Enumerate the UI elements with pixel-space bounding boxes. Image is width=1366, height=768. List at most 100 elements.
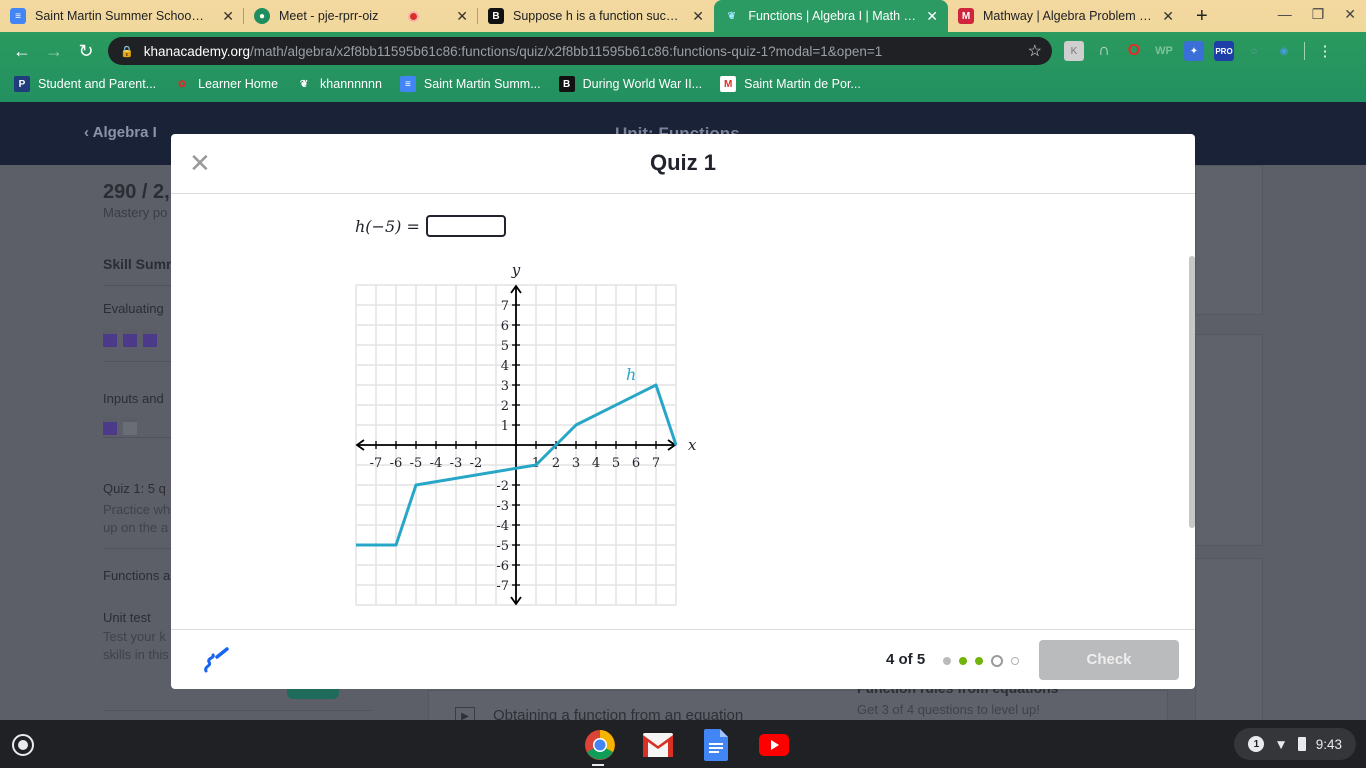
tab-title: Suppose h is a function such th bbox=[513, 9, 683, 23]
bookmark-item[interactable]: B During World War II... bbox=[558, 76, 703, 92]
progress-dot-todo bbox=[1011, 657, 1019, 665]
skill-item-title[interactable]: Inputs and bbox=[103, 391, 164, 406]
video-link[interactable]: Obtaining a function from an equation bbox=[493, 707, 743, 720]
status-tray[interactable]: 1 ▼ 9:43 bbox=[1234, 728, 1356, 760]
nord-icon[interactable]: ∩ bbox=[1094, 41, 1114, 61]
check-button[interactable]: Check bbox=[1039, 640, 1179, 680]
bookmark-item[interactable]: ❦ khannnnnn bbox=[296, 76, 382, 92]
tab-google-meet[interactable]: ● Meet - pje-rprr-oiz ✕ bbox=[244, 0, 478, 32]
bookmark-label: During World War II... bbox=[582, 77, 703, 91]
kami-icon[interactable]: K bbox=[1064, 41, 1084, 61]
reload-button[interactable]: ↻ bbox=[70, 41, 102, 62]
tab-title: Mathway | Algebra Problem Sol bbox=[983, 9, 1153, 23]
os-shelf: 1 ▼ 9:43 bbox=[0, 720, 1366, 768]
y-tick-label: -6 bbox=[496, 559, 509, 574]
pro-icon[interactable]: PRO bbox=[1214, 41, 1234, 61]
url-host: khanacademy.org bbox=[143, 43, 251, 59]
tab-title: Saint Martin Summer School Or bbox=[35, 9, 205, 23]
back-link[interactable]: ‹ Algebra I bbox=[84, 124, 157, 141]
x-axis-label: x bbox=[688, 436, 697, 454]
tab-brainly[interactable]: B Suppose h is a function such th ✕ bbox=[478, 0, 714, 32]
y-tick-label: -4 bbox=[496, 519, 509, 534]
screencast-icon[interactable]: ◌ bbox=[1244, 41, 1264, 61]
skill-summary-heading: Skill Summ bbox=[103, 256, 179, 272]
tab-title: Functions | Algebra I | Math | Kh bbox=[748, 9, 919, 23]
x-tick-label: 7 bbox=[652, 456, 660, 471]
tab-mathway[interactable]: M Mathway | Algebra Problem Sol ✕ bbox=[948, 0, 1184, 32]
learner-icon: ✿ bbox=[177, 78, 187, 90]
mastery-bar bbox=[123, 417, 137, 435]
toolbar-divider bbox=[1304, 42, 1305, 60]
y-tick-label: -7 bbox=[496, 579, 509, 594]
back-button[interactable]: ← bbox=[6, 41, 38, 62]
play-icon: ▶ bbox=[455, 707, 475, 720]
close-window-button[interactable]: ✕ bbox=[1344, 6, 1356, 23]
modal-scrollbar[interactable] bbox=[1189, 256, 1195, 528]
bookmark-item[interactable]: ✿ Learner Home bbox=[174, 76, 278, 92]
google-docs-icon[interactable] bbox=[699, 728, 733, 762]
chrome-icon[interactable] bbox=[583, 728, 617, 762]
close-tab-icon[interactable]: ✕ bbox=[918, 8, 938, 25]
x-tick-label: 4 bbox=[592, 456, 600, 471]
youtube-icon[interactable] bbox=[757, 728, 791, 762]
launcher-button[interactable] bbox=[12, 734, 34, 756]
progress-dot-correct bbox=[975, 657, 983, 665]
opera-icon[interactable]: O bbox=[1124, 41, 1144, 61]
wp-icon[interactable]: WP bbox=[1154, 41, 1174, 61]
mastery-bar bbox=[123, 329, 137, 347]
y-tick-label: 5 bbox=[501, 339, 509, 354]
quiz-item-title[interactable]: Quiz 1: 5 q bbox=[103, 481, 166, 496]
progress-dot-attempted bbox=[943, 657, 951, 665]
skill-item-title[interactable]: Evaluating bbox=[103, 301, 164, 316]
y-tick-label: 3 bbox=[501, 379, 509, 394]
menu-kebab-icon[interactable]: ⋮ bbox=[1315, 41, 1335, 61]
x-tick-label: -3 bbox=[450, 456, 463, 471]
new-tab-button[interactable]: + bbox=[1196, 0, 1208, 32]
y-tick-label: -2 bbox=[496, 479, 509, 494]
bookmark-item[interactable]: ≡ Saint Martin Summ... bbox=[399, 76, 541, 92]
tab-saint-martin-doc[interactable]: ≡ Saint Martin Summer School Or ✕ bbox=[0, 0, 244, 32]
progress-dot-correct bbox=[959, 657, 967, 665]
active-app-indicator bbox=[592, 764, 604, 766]
bookmark-label: Student and Parent... bbox=[38, 77, 157, 91]
bookmark-label: khannnnnn bbox=[320, 77, 382, 91]
y-tick-label: 1 bbox=[501, 419, 509, 434]
gmail-icon[interactable] bbox=[641, 728, 675, 762]
unit-test-desc: Test your k bbox=[103, 629, 166, 644]
modal-body: h(−5) = -7 -6 -5 -4 -3 -2 1 2 3 4 5 6 7 -7 -6 -5 -4 -3 -2 1… bbox=[171, 195, 1195, 629]
bookmark-star-icon[interactable]: ☆ bbox=[1028, 41, 1042, 61]
progress-dots bbox=[943, 655, 1019, 667]
tab-title: Meet - pje-rprr-oiz bbox=[279, 9, 379, 23]
close-tab-icon[interactable]: ✕ bbox=[214, 8, 234, 25]
functions-item-title[interactable]: Functions a bbox=[103, 568, 170, 583]
scratchpad-icon[interactable] bbox=[201, 646, 231, 676]
mastery-label: Mastery po bbox=[103, 205, 168, 220]
close-tab-icon[interactable]: ✕ bbox=[1154, 8, 1174, 25]
unit-test-title[interactable]: Unit test bbox=[103, 610, 151, 625]
back-link-label: Algebra I bbox=[92, 124, 157, 141]
window-controls: — ❐ ✕ bbox=[1278, 6, 1356, 23]
x-tick-label: -4 bbox=[430, 456, 443, 471]
minimize-button[interactable]: — bbox=[1278, 6, 1292, 23]
bookmark-item[interactable]: P Student and Parent... bbox=[14, 76, 156, 92]
y-tick-label: 7 bbox=[501, 299, 509, 314]
answer-input[interactable] bbox=[425, 215, 506, 237]
modal-title: Quiz 1 bbox=[649, 150, 716, 175]
bookmark-item[interactable]: M Saint Martin de Por... bbox=[720, 76, 861, 92]
restore-button[interactable]: ❐ bbox=[1312, 6, 1325, 23]
x-tick-label: -6 bbox=[390, 456, 403, 471]
circle-icon[interactable]: ◉ bbox=[1274, 41, 1294, 61]
close-tab-icon[interactable]: ✕ bbox=[684, 8, 704, 25]
forward-button[interactable]: → bbox=[38, 41, 70, 62]
game-icon[interactable]: ✦ bbox=[1184, 41, 1204, 61]
tab-khan-academy[interactable]: ❦ Functions | Algebra I | Math | Kh ✕ bbox=[714, 0, 948, 32]
url-path: /math/algebra/x2f8bb11595b61c86:function… bbox=[250, 43, 883, 59]
extensions-area: K ∩ O WP ✦ PRO ◌ ◉ ⋮ bbox=[1064, 41, 1335, 61]
recording-icon bbox=[407, 10, 419, 22]
background-card bbox=[1195, 165, 1263, 315]
function-label: h bbox=[626, 365, 636, 384]
mastery-bar bbox=[143, 329, 157, 347]
x-tick-label: 5 bbox=[612, 456, 620, 471]
address-bar[interactable]: 🔒 khanacademy.org /math/algebra/x2f8bb11… bbox=[108, 37, 1052, 65]
close-tab-icon[interactable]: ✕ bbox=[448, 8, 468, 25]
